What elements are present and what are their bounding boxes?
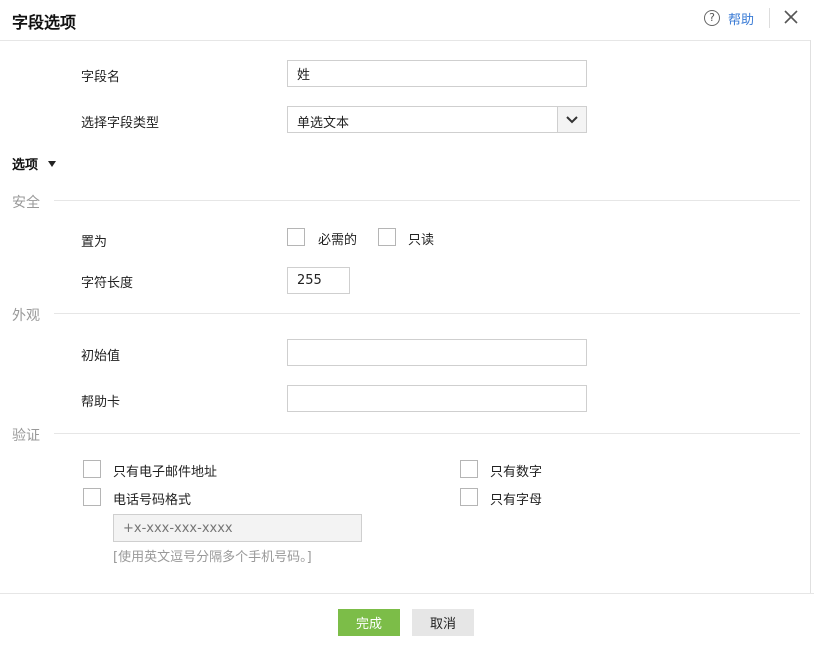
header-divider (769, 8, 770, 28)
options-section-toggle[interactable]: 选项 (12, 154, 57, 173)
help-label: 帮助 (728, 12, 755, 28)
letters-only-checkbox[interactable] (460, 488, 478, 506)
numbers-only-label: 只有数字 (490, 465, 543, 480)
char-length-label: 字符长度 (81, 276, 134, 291)
question-circle-icon: ? (704, 10, 720, 26)
dialog-title: 字段选项 (12, 13, 77, 32)
email-only-label: 只有电子邮件地址 (113, 465, 218, 480)
help-card-input[interactable] (287, 385, 587, 412)
numbers-only-checkbox[interactable] (460, 460, 478, 478)
help-link[interactable]: ? 帮助 (704, 9, 755, 28)
close-icon (784, 10, 798, 24)
chevron-down-icon (566, 116, 578, 124)
readonly-checkbox[interactable] (378, 228, 396, 246)
initial-value-label: 初始值 (81, 349, 121, 364)
phone-format-label: 电话号码格式 (113, 493, 192, 508)
validation-group-title: 验证 (12, 428, 40, 444)
required-checkbox[interactable] (287, 228, 305, 246)
set-as-label: 置为 (81, 235, 108, 250)
phone-hint: [使用英文逗号分隔多个手机号码。] (113, 550, 312, 565)
field-type-label: 选择字段类型 (81, 116, 160, 131)
initial-value-input[interactable] (287, 339, 587, 366)
scrollbar[interactable] (810, 40, 814, 593)
close-button[interactable] (780, 5, 802, 29)
field-type-select[interactable]: 单选文本 (287, 106, 587, 133)
security-group-title: 安全 (12, 195, 40, 211)
dialog-footer: 完成 取消 (0, 593, 814, 645)
field-options-dialog: 字段选项 ? 帮助 字段名 选择字段类型 单选文本 选项 安全 置为 (0, 0, 814, 645)
phone-format-input[interactable] (113, 514, 362, 542)
field-name-label: 字段名 (81, 70, 121, 85)
phone-format-checkbox[interactable] (83, 488, 101, 506)
cancel-button[interactable]: 取消 (412, 609, 474, 636)
char-length-input[interactable] (287, 267, 350, 294)
options-section-label: 选项 (12, 158, 39, 173)
letters-only-label: 只有字母 (490, 493, 543, 508)
appearance-group-title: 外观 (12, 308, 40, 324)
help-card-label: 帮助卡 (81, 395, 121, 410)
email-only-checkbox[interactable] (83, 460, 101, 478)
dialog-header: 字段选项 ? 帮助 (0, 0, 814, 41)
security-divider (54, 200, 800, 201)
field-name-input[interactable] (287, 60, 587, 87)
validation-divider (54, 433, 800, 434)
caret-down-icon (48, 160, 57, 167)
required-label: 必需的 (318, 233, 358, 248)
appearance-divider (54, 313, 800, 314)
field-type-value: 单选文本 (297, 116, 350, 131)
done-button[interactable]: 完成 (338, 609, 400, 636)
dropdown-arrow[interactable] (557, 107, 586, 132)
readonly-label: 只读 (408, 233, 435, 248)
